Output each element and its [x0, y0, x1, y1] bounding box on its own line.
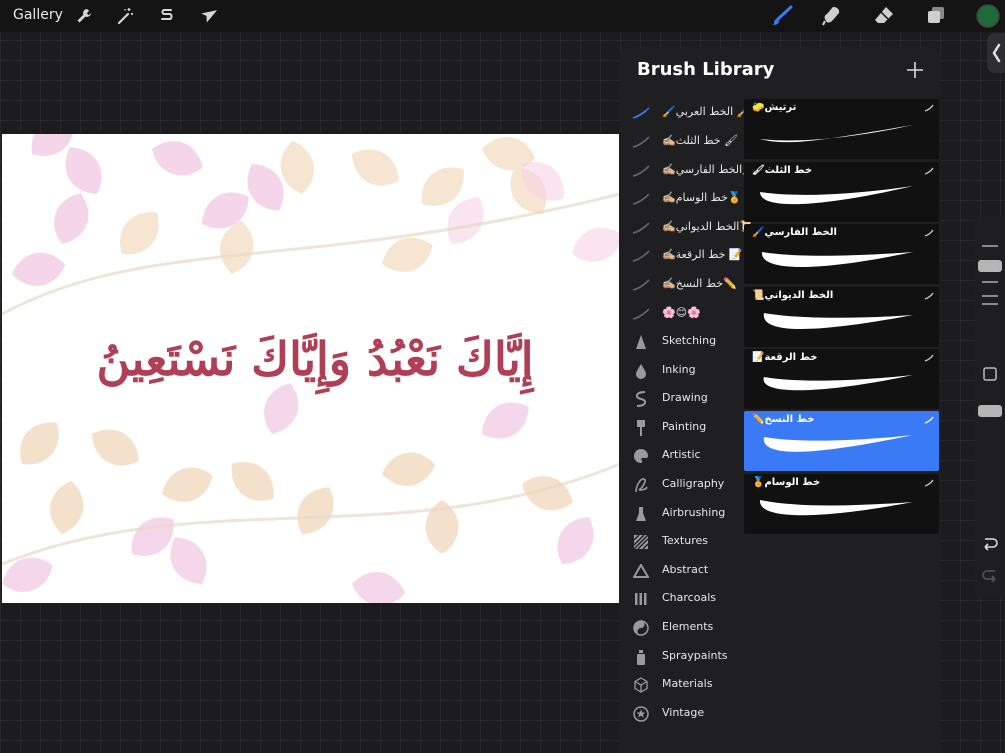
triangle-icon — [631, 561, 651, 581]
brush-item[interactable]: 🖌خط الثلث — [744, 162, 939, 222]
brush-stroke-preview — [763, 375, 913, 391]
cube-icon — [631, 675, 651, 695]
selection-s-icon[interactable] — [155, 4, 179, 28]
brush-type-icon — [924, 292, 934, 300]
brush-stroke-icon — [631, 189, 651, 209]
calligraphy-text: إِيَّاكَ نَعْبُدُ وَإِيَّاكَ نَسْتَعِينُ — [96, 332, 534, 386]
category-diwani[interactable]: ✍🏼الخط الديواني📜 — [619, 214, 753, 242]
move-arrow-icon[interactable] — [198, 4, 222, 28]
brush-type-icon — [924, 104, 934, 112]
right-sidebar — [975, 217, 1005, 597]
sidebar-toggle-button[interactable] — [987, 33, 1005, 73]
category-calligraphy[interactable]: Calligraphy — [619, 471, 741, 499]
spray-can-icon — [631, 647, 651, 667]
pencil-tip-icon — [631, 332, 651, 352]
yin-yang-icon — [631, 618, 651, 638]
undo-icon[interactable] — [984, 538, 998, 551]
top-toolbar: Gallery — [0, 0, 1005, 32]
category-farsi[interactable]: ✍🏼الخط الفارسي🖌️ — [619, 157, 756, 185]
category-spraypaints[interactable]: Spraypaints — [619, 643, 741, 671]
category-sketching[interactable]: Sketching — [619, 328, 741, 356]
brush-stroke-icon — [631, 218, 651, 238]
category-textures[interactable]: Textures — [619, 528, 741, 556]
artwork-canvas[interactable]: إِيَّاكَ نَعْبُدُ وَإِيَّاكَ نَسْتَعِينُ — [2, 134, 620, 603]
brush-type-icon — [924, 354, 934, 362]
brush-item-selected[interactable]: ✏️خط النسخ — [744, 411, 939, 471]
brush-stroke-preview — [760, 186, 913, 205]
brush-item[interactable]: 📜الخط الديواني — [744, 287, 939, 347]
magic-wand-icon[interactable] — [113, 4, 137, 28]
category-charcoals[interactable]: Charcoals — [619, 585, 741, 613]
modify-square-button[interactable] — [983, 367, 997, 381]
brush-type-icon — [924, 416, 934, 424]
brush-stroke-preview — [763, 313, 913, 329]
calligraphy-a-icon — [631, 475, 651, 495]
squiggle-icon — [631, 389, 651, 409]
layers-icon[interactable] — [924, 4, 948, 28]
add-brush-icon[interactable] — [904, 59, 926, 81]
texture-icon — [631, 532, 651, 552]
category-ruqaa[interactable]: ✍🏼خط الرقعة 📝 — [619, 242, 743, 270]
category-elements[interactable]: Elements — [619, 614, 741, 642]
brush-item[interactable]: 🖌️الخط الفارسي — [744, 224, 939, 284]
brush-library-panel: Brush Library 🖌️الخط العربي 🖌️ ✍🏼خط الثل… — [619, 47, 941, 753]
category-abstract[interactable]: Abstract — [619, 557, 741, 585]
paint-brush-icon — [631, 418, 651, 438]
brush-icon[interactable] — [770, 4, 794, 28]
brush-type-icon — [924, 479, 934, 487]
category-inking[interactable]: Inking — [619, 357, 741, 385]
brush-stroke-preview — [759, 500, 913, 516]
opacity-slider[interactable] — [978, 405, 1002, 417]
brush-stroke-icon — [631, 132, 651, 152]
category-vintage[interactable]: Vintage — [619, 700, 741, 728]
brush-size-slider[interactable] — [978, 245, 1002, 305]
gallery-button[interactable]: Gallery — [13, 7, 63, 23]
brush-stroke-icon — [631, 103, 651, 123]
brush-type-icon — [924, 167, 934, 175]
palette-icon — [631, 446, 651, 466]
smudge-icon[interactable] — [820, 4, 844, 28]
brush-item[interactable]: 🏅خط الوسام — [744, 474, 939, 534]
brush-stroke-icon — [631, 246, 651, 266]
brush-item[interactable]: 🧽ترتيش — [744, 99, 939, 159]
color-swatch[interactable] — [975, 3, 1001, 29]
star-badge-icon — [631, 704, 651, 724]
category-arabic-calligraphy[interactable]: 🖌️الخط العربي 🖌️ — [619, 99, 750, 127]
category-naskh[interactable]: ✍🏼خط النسخ✏️ — [619, 271, 741, 299]
category-artistic[interactable]: Artistic — [619, 442, 741, 470]
brush-stroke-icon — [631, 275, 651, 295]
brush-stroke-preview — [760, 125, 913, 143]
redo-icon[interactable] — [982, 570, 996, 583]
category-flowers[interactable]: 🌸😊🌸 — [619, 300, 741, 328]
brush-type-icon — [924, 229, 934, 237]
brush-stroke-preview — [761, 252, 913, 267]
brush-stroke-icon — [631, 304, 651, 324]
airbrush-icon — [631, 504, 651, 524]
category-thuluth[interactable]: ✍🏼خط الثلث 🖌 — [619, 128, 741, 156]
category-materials[interactable]: Materials — [619, 671, 741, 699]
category-painting[interactable]: Painting — [619, 414, 741, 442]
panel-title: Brush Library — [637, 59, 775, 80]
category-wisam[interactable]: ✍🏼خط الوسام🏅 — [619, 185, 742, 213]
eraser-icon[interactable] — [872, 4, 896, 28]
brush-stroke-preview — [763, 435, 913, 452]
category-drawing[interactable]: Drawing — [619, 385, 741, 413]
brush-stroke-icon — [631, 161, 651, 181]
charcoal-icon — [631, 589, 651, 609]
ink-drop-icon — [631, 361, 651, 381]
category-airbrushing[interactable]: Airbrushing — [619, 500, 741, 528]
wrench-icon[interactable] — [72, 4, 96, 28]
brush-item[interactable]: 📝خط الرقعة — [744, 349, 939, 409]
